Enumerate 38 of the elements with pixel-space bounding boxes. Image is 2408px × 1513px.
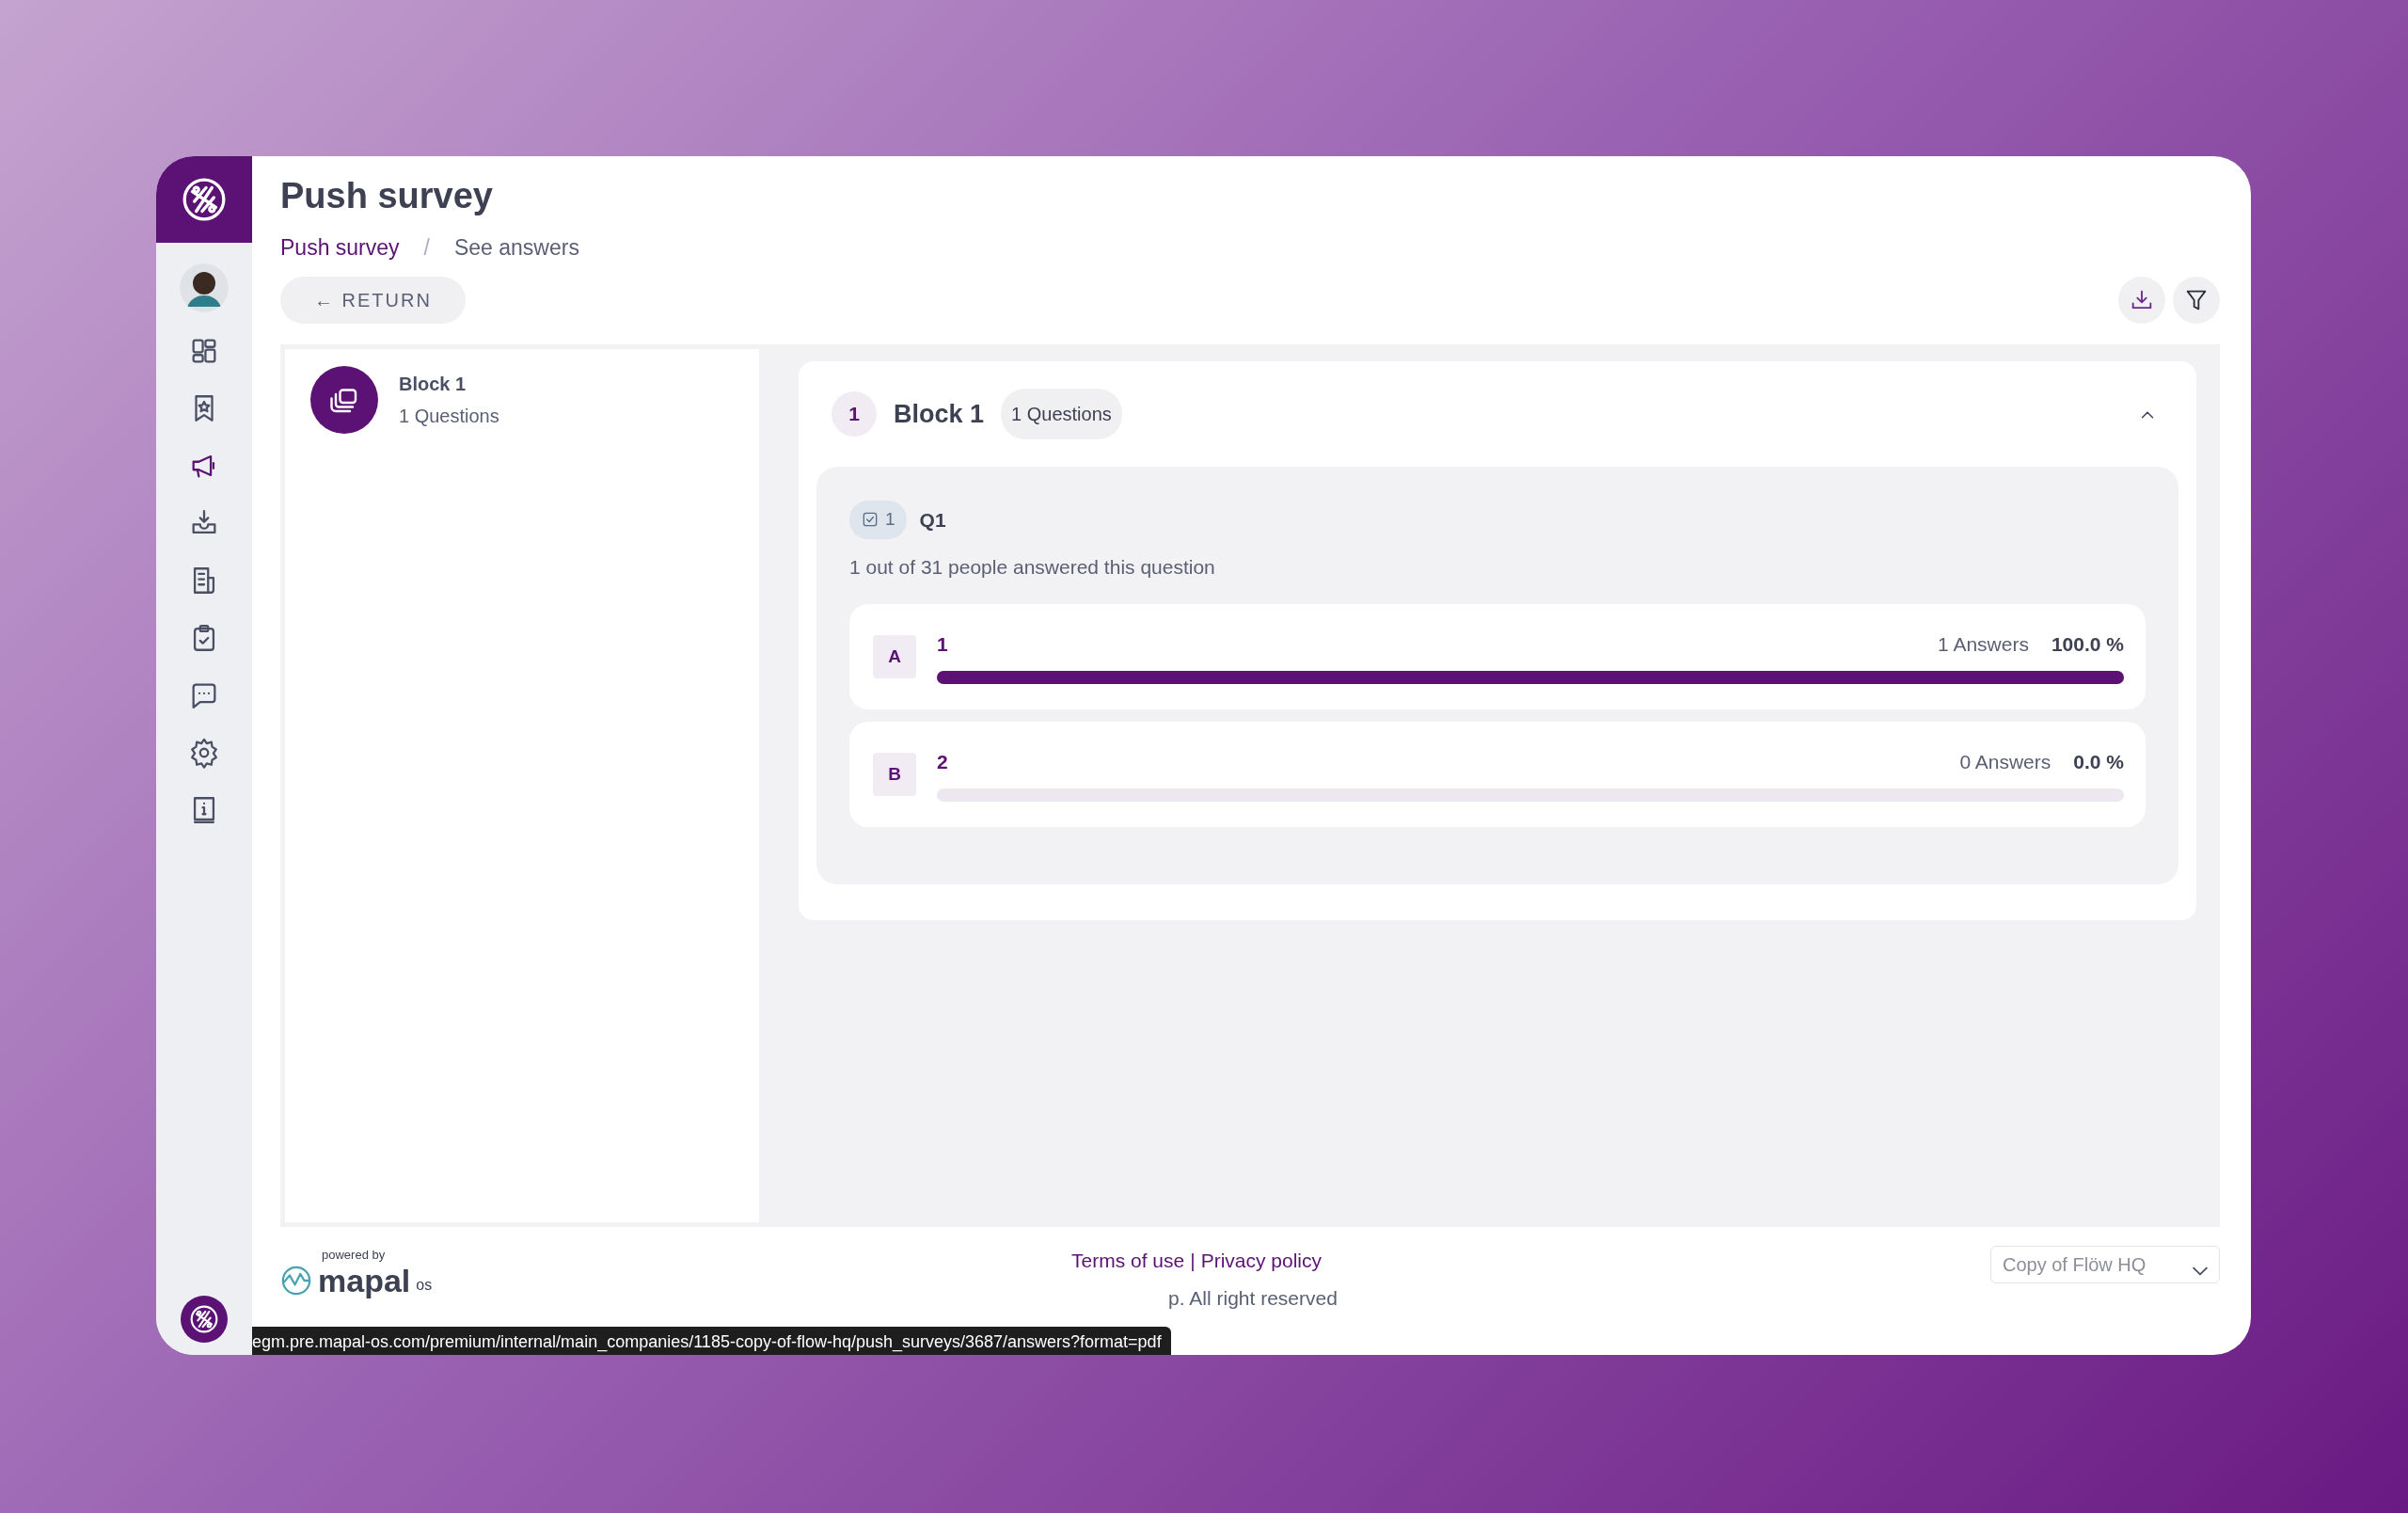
filter-button[interactable]	[2173, 277, 2220, 325]
questions-badge: 1 Questions	[1001, 389, 1122, 440]
page-title: Push survey	[280, 175, 494, 217]
download-button[interactable]	[2118, 277, 2165, 325]
copyright-text: p. All right reserved	[1168, 1285, 1338, 1311]
answer-count: 0 Answers	[1959, 750, 2052, 775]
option-letter: B	[873, 753, 916, 797]
option-label: 1	[937, 632, 948, 658]
block-subtitle: 1 Questions	[399, 405, 499, 429]
breadcrumb-current: See answers	[453, 233, 579, 262]
brand-name: mapal	[318, 1264, 411, 1297]
footer-link[interactable]: Privacy policy	[1200, 1246, 1323, 1276]
block-title: Block 1	[894, 398, 985, 430]
answer-percent: 0.0 %	[2073, 750, 2124, 775]
powered-by-text: powered by	[322, 1247, 387, 1265]
wave-logo-icon	[280, 1264, 312, 1297]
block-item[interactable]: Block 1 1 Questions	[310, 366, 734, 435]
status-bar-url: egm.pre.mapal-os.com/premium/internal/main_companies/1185-copy-of-flow-hq/push_surveys/3687/answers?format=pdf	[252, 1327, 1171, 1355]
breadcrumb-link[interactable]: Push survey	[280, 231, 400, 264]
link-separator: |	[1190, 1249, 1196, 1274]
option-label: 2	[937, 750, 948, 775]
question-title: Q1	[919, 507, 946, 533]
answer-count: 1 Answers	[1938, 632, 2029, 658]
brand-suffix: os	[416, 1275, 433, 1295]
answer-summary: 1 out of 31 people answered this question	[849, 554, 1216, 580]
logo-icon	[189, 1304, 219, 1334]
block-number: 1	[832, 391, 877, 438]
option-letter: A	[873, 635, 916, 679]
chevron-down-icon	[2193, 1266, 2208, 1277]
avatar[interactable]	[180, 263, 229, 312]
question-type-count: 1	[885, 508, 895, 532]
footer-link[interactable]: Terms of use	[1070, 1246, 1185, 1276]
logo-icon	[181, 176, 228, 223]
return-button[interactable]: ← RETURN	[280, 277, 466, 325]
breadcrumb-separator: /	[423, 233, 430, 262]
answer-percent: 100.0 %	[2051, 632, 2124, 658]
block-title: Block 1	[399, 373, 467, 397]
settings-icon	[188, 736, 220, 769]
